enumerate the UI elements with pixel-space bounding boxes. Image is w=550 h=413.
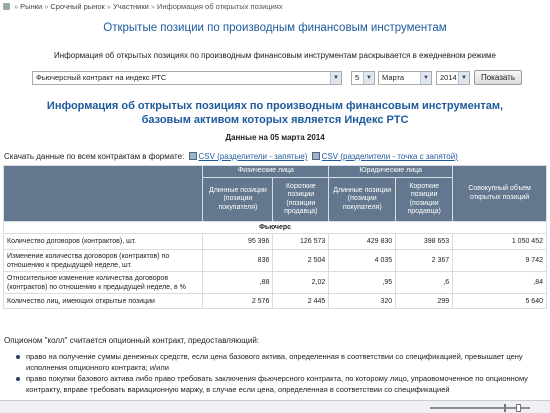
row-label: Количество лиц, имеющих открытые позиции: [2, 293, 204, 309]
section-row-futures: Фьючерс: [3, 221, 547, 234]
section-heading-line2: базовым активом которых является Индекс …: [141, 114, 409, 126]
csv-file-icon: [188, 152, 197, 160]
header-legal-short: Короткие позиции (позиции продавца): [395, 177, 454, 222]
table-cell: 429 830: [328, 233, 397, 250]
intro-text: Информация об открытых позициях по произ…: [54, 51, 496, 60]
table-cell: 126 573: [272, 233, 330, 250]
header-legal-long: Длинные позиции (позиции покупателя): [328, 177, 397, 222]
table-row: Относительное изменение количества догов…: [2, 271, 547, 294]
table-cell: 2 367: [395, 249, 454, 272]
chevron-down-icon: ▼: [363, 72, 374, 84]
year-select[interactable]: 2014 ▼: [436, 71, 470, 85]
row-label: Изменение количества договоров (контракт…: [2, 249, 204, 272]
breadcrumb: » Рынки» Срочный рынок» Участники» Информаци…: [3, 2, 283, 11]
header-individuals-long: Длинные позиции (позиции покупателя): [202, 177, 274, 222]
table-cell: ,88: [202, 271, 274, 294]
table-cell: 2 445: [272, 293, 330, 309]
table-cell: 299: [395, 293, 454, 309]
header-individuals-short: Короткие позиции (позиции продавца): [272, 177, 330, 222]
home-icon[interactable]: [3, 3, 10, 10]
chevron-down-icon: ▼: [420, 72, 431, 84]
table-cell: 9 742: [452, 249, 547, 272]
day-select-value: 5: [355, 73, 360, 82]
zoom-slider-mark: [504, 404, 506, 412]
contract-select[interactable]: Фьючерсный контракт на индекс РТС ▼: [32, 71, 342, 85]
year-select-value: 2014: [440, 73, 457, 82]
chevron-down-icon: ▼: [458, 72, 469, 84]
month-select[interactable]: Марта ▼: [378, 71, 432, 85]
table-cell: 1 050 452: [452, 233, 547, 250]
page-title: Открытые позиции по производным финансов…: [103, 22, 447, 34]
section-heading-line1: Информация об открытых позициях по произ…: [46, 100, 504, 112]
zoom-slider-track[interactable]: [430, 407, 530, 409]
month-select-value: Марта: [382, 73, 405, 82]
table-cell: 320: [328, 293, 397, 309]
contract-select-value: Фьючерсный контракт на индекс РТС: [36, 73, 167, 82]
download-label: Скачать данные по всем контрактам в форм…: [4, 152, 185, 161]
csv-semicolon-link[interactable]: CSV (разделители - точка с запятой): [322, 152, 458, 161]
table-cell: 95 396: [202, 233, 274, 250]
list-item: право на получение суммы денежных средст…: [16, 352, 546, 373]
table-cell: 2,02: [272, 271, 330, 294]
table-cell: 398 653: [395, 233, 454, 250]
table-cell: ,84: [452, 271, 547, 294]
table-row: Изменение количества договоров (контракт…: [2, 249, 547, 272]
download-bar: Скачать данные по всем контрактам в форм…: [4, 152, 458, 161]
table-header-empty: [2, 165, 204, 222]
open-positions-table: Физические лица Юридические лица Совокуп…: [2, 165, 547, 309]
header-legal-entities: Юридические лица: [328, 165, 454, 178]
table-cell: 4 035: [328, 249, 397, 272]
option-note: Опционом "колл" считается опционный конт…: [4, 336, 260, 345]
header-total-open-positions: Совокупный объем открытых позиций: [452, 165, 547, 222]
rights-list: право на получение суммы денежных средст…: [16, 352, 546, 396]
section-heading: Информация об открытых позициях по произ…: [0, 99, 550, 127]
chevron-down-icon: ▼: [330, 72, 341, 84]
zoom-slider-handle[interactable]: [516, 404, 521, 412]
header-individuals: Физические лица: [202, 165, 330, 178]
table-cell: 836: [202, 249, 274, 272]
day-select[interactable]: 5 ▼: [351, 71, 375, 85]
table-cell: ,6: [395, 271, 454, 294]
row-label: Относительное изменение количества догов…: [2, 271, 204, 294]
breadcrumb-current: Информация об открытых позициях: [157, 2, 283, 11]
csv-comma-link[interactable]: CSV (разделители - запятые): [199, 152, 308, 161]
breadcrumb-link-participants[interactable]: Участники: [113, 2, 149, 11]
data-date: Данные на 05 марта 2014: [225, 133, 325, 142]
table-row: Количество договоров (контрактов), шт. 9…: [2, 233, 547, 250]
csv-file-icon: [311, 152, 320, 160]
bottom-toolbar: [0, 400, 550, 413]
table-cell: 2 504: [272, 249, 330, 272]
list-item: право покупки базового актива либо право…: [16, 374, 546, 395]
table-cell: 2 576: [202, 293, 274, 309]
row-label: Количество договоров (контрактов), шт.: [2, 233, 204, 250]
table-cell: 5 640: [452, 293, 547, 309]
breadcrumb-link-markets[interactable]: Рынки: [20, 2, 42, 11]
table-row: Количество лиц, имеющих открытые позиции…: [2, 293, 547, 309]
show-button[interactable]: Показать: [474, 70, 522, 85]
breadcrumb-link-derivatives[interactable]: Срочный рынок: [50, 2, 104, 11]
table-cell: ,95: [328, 271, 397, 294]
